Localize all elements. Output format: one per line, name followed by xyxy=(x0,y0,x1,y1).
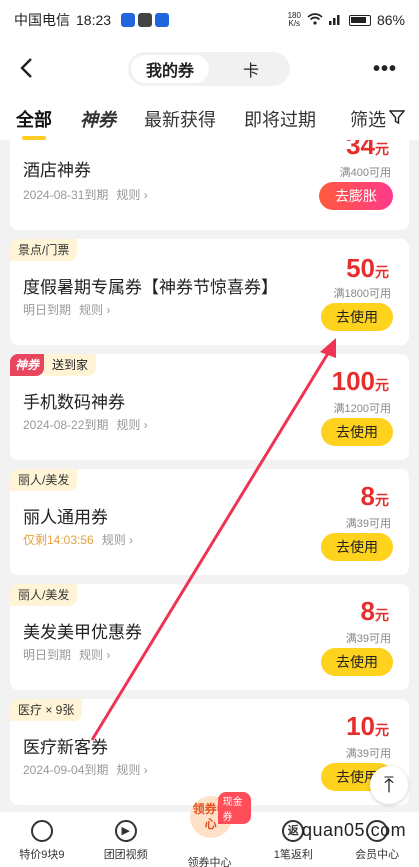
coupon-price: 8元 xyxy=(360,596,389,626)
net-speed: 180 K/s xyxy=(287,11,301,28)
more-icon[interactable]: ••• xyxy=(373,58,397,81)
nav-label: 团团视频 xyxy=(103,849,148,861)
expand-button[interactable]: 去膨胀 xyxy=(319,182,393,210)
coupon-title: 丽人通用券 xyxy=(23,508,108,527)
coupon-condition: 满400可用 xyxy=(339,167,391,179)
segment-cards[interactable]: 卡 xyxy=(212,52,290,86)
category-tag: 医疗 × 9张 xyxy=(10,699,83,721)
coupon-card[interactable]: 丽人/美发 丽人通用券 仅剩14:03:56 规则 › 8元 满39可用 去使用 xyxy=(10,469,409,575)
tab-newest[interactable]: 最新获得 xyxy=(144,106,216,132)
coupon-card[interactable]: 医疗 × 9张 医疗新客券 2024-09-04到期 规则 › 10元 满39可用… xyxy=(10,699,409,805)
segment-control: 我的券 卡 xyxy=(128,52,290,86)
watermark: quan05.com xyxy=(302,820,407,840)
coupon-card[interactable]: 景点/门票 度假暑期专属券【神券节惊喜券】 明日到期 规则 › 50元 满1800… xyxy=(10,239,409,345)
app-notification-icon xyxy=(121,13,136,27)
nav-label: 会员中心 xyxy=(355,849,400,861)
cash-coupon-badge: 现金券 xyxy=(217,792,252,824)
rule-link[interactable]: 规则 › xyxy=(102,533,133,547)
coupon-list: 酒店神券 2024-08-31到期 规则 › 34元 满400可用 去膨胀 景点/… xyxy=(0,140,419,812)
nav-label: 特价9块9 xyxy=(19,849,65,861)
coupon-price: 34元 xyxy=(346,140,389,160)
coupon-condition: 满39可用 xyxy=(345,633,391,645)
play-icon: ▶ xyxy=(114,820,137,842)
use-button[interactable]: 去使用 xyxy=(321,648,393,676)
coupon-title: 酒店神券 xyxy=(23,161,91,180)
coupon-title: 度假暑期专属券【神券节惊喜券】 xyxy=(23,278,278,297)
tab-shen[interactable]: 神券 xyxy=(80,106,116,132)
rule-link[interactable]: 规则 › xyxy=(116,763,147,777)
coupon-expire: 2024-09-04到期 规则 › xyxy=(23,763,148,777)
rule-link[interactable]: 规则 › xyxy=(79,303,110,317)
carrier: 中国电信 xyxy=(14,12,70,28)
coupon-price: 50元 xyxy=(346,253,389,283)
coupon-expire: 明日到期 规则 › xyxy=(23,303,111,317)
flame-icon xyxy=(30,820,53,842)
chevron-left-icon[interactable] xyxy=(16,56,40,80)
coupon-card[interactable]: 丽人/美发 美发美甲优惠券 明日到期 规则 › 8元 满39可用 去使用 xyxy=(10,584,409,690)
coupon-tabs: 全部 神券 最新获得 即将过期 筛选 xyxy=(0,98,419,140)
battery-icon xyxy=(348,14,371,26)
category-tag: 丽人/美发 xyxy=(10,584,78,606)
nav-label: 1笔返利 xyxy=(273,849,313,861)
nav-item-video[interactable]: ▶ 团团视频 xyxy=(84,812,168,867)
top-nav: 我的券 卡 ••• xyxy=(0,40,419,98)
coupon-expire: 2024-08-22到期 规则 › xyxy=(23,418,148,432)
coupon-title: 美发美甲优惠券 xyxy=(23,623,142,642)
coupon-condition: 满1800可用 xyxy=(333,288,391,300)
coupon-title: 手机数码神券 xyxy=(23,393,125,412)
battery-level: 86% xyxy=(376,12,405,28)
coupon-condition: 满39可用 xyxy=(345,518,391,530)
coupon-price: 8元 xyxy=(360,481,389,511)
coupon-condition: 满39可用 xyxy=(345,748,391,760)
clock: 18:23 xyxy=(76,12,112,28)
use-button[interactable]: 去使用 xyxy=(321,303,393,331)
coupon-expire: 明日到期 规则 › xyxy=(23,648,111,662)
coupon-price: 10元 xyxy=(346,711,389,741)
category-tag: 丽人/美发 xyxy=(10,469,78,491)
nav-item-special[interactable]: 特价9块9 xyxy=(0,812,84,867)
tab-all[interactable]: 全部 xyxy=(16,106,52,140)
coupon-expire: 2024-08-31到期 规则 › xyxy=(23,188,148,202)
wifi-icon xyxy=(307,12,323,28)
coupon-title: 医疗新客券 xyxy=(23,738,108,757)
use-button[interactable]: 去使用 xyxy=(321,418,393,446)
status-bar: 中国电信 18:23 180 K/s 86% xyxy=(0,0,419,40)
coupon-condition: 满1200可用 xyxy=(333,403,391,415)
filter-button[interactable]: 筛选 xyxy=(350,106,406,132)
coupon-card[interactable]: 酒店神券 2024-08-31到期 规则 › 34元 满400可用 去膨胀 xyxy=(10,140,409,230)
nav-label: 领券中心 xyxy=(187,857,232,867)
segment-my-coupons[interactable]: 我的券 xyxy=(131,55,209,83)
shen-badge: 神券 xyxy=(10,354,45,376)
back-to-top-icon[interactable]: ⤒ xyxy=(370,766,408,804)
rebate-icon: 返 xyxy=(282,820,305,842)
app-notification-icon xyxy=(155,13,170,27)
filter-label: 筛选 xyxy=(350,110,386,130)
tab-expiring[interactable]: 即将过期 xyxy=(244,106,316,132)
rule-link[interactable]: 规则 › xyxy=(116,188,147,202)
coupon-price: 100元 xyxy=(331,366,389,396)
funnel-icon xyxy=(388,109,406,130)
rule-link[interactable]: 规则 › xyxy=(116,418,147,432)
category-tag: 神券 送到家 xyxy=(10,354,97,376)
rule-link[interactable]: 规则 › xyxy=(79,648,110,662)
app-notification-icon xyxy=(138,13,153,27)
use-button[interactable]: 去使用 xyxy=(321,533,393,561)
nav-item-coupon-center[interactable]: 领券中心 现金券 领券中心 xyxy=(168,792,252,867)
coupon-expire: 仅剩14:03:56 规则 › xyxy=(23,533,134,547)
signal-icon xyxy=(328,12,343,28)
coupon-card[interactable]: 神券 送到家 手机数码神券 2024-08-22到期 规则 › 100元 满120… xyxy=(10,354,409,460)
category-tag: 景点/门票 xyxy=(10,239,78,261)
